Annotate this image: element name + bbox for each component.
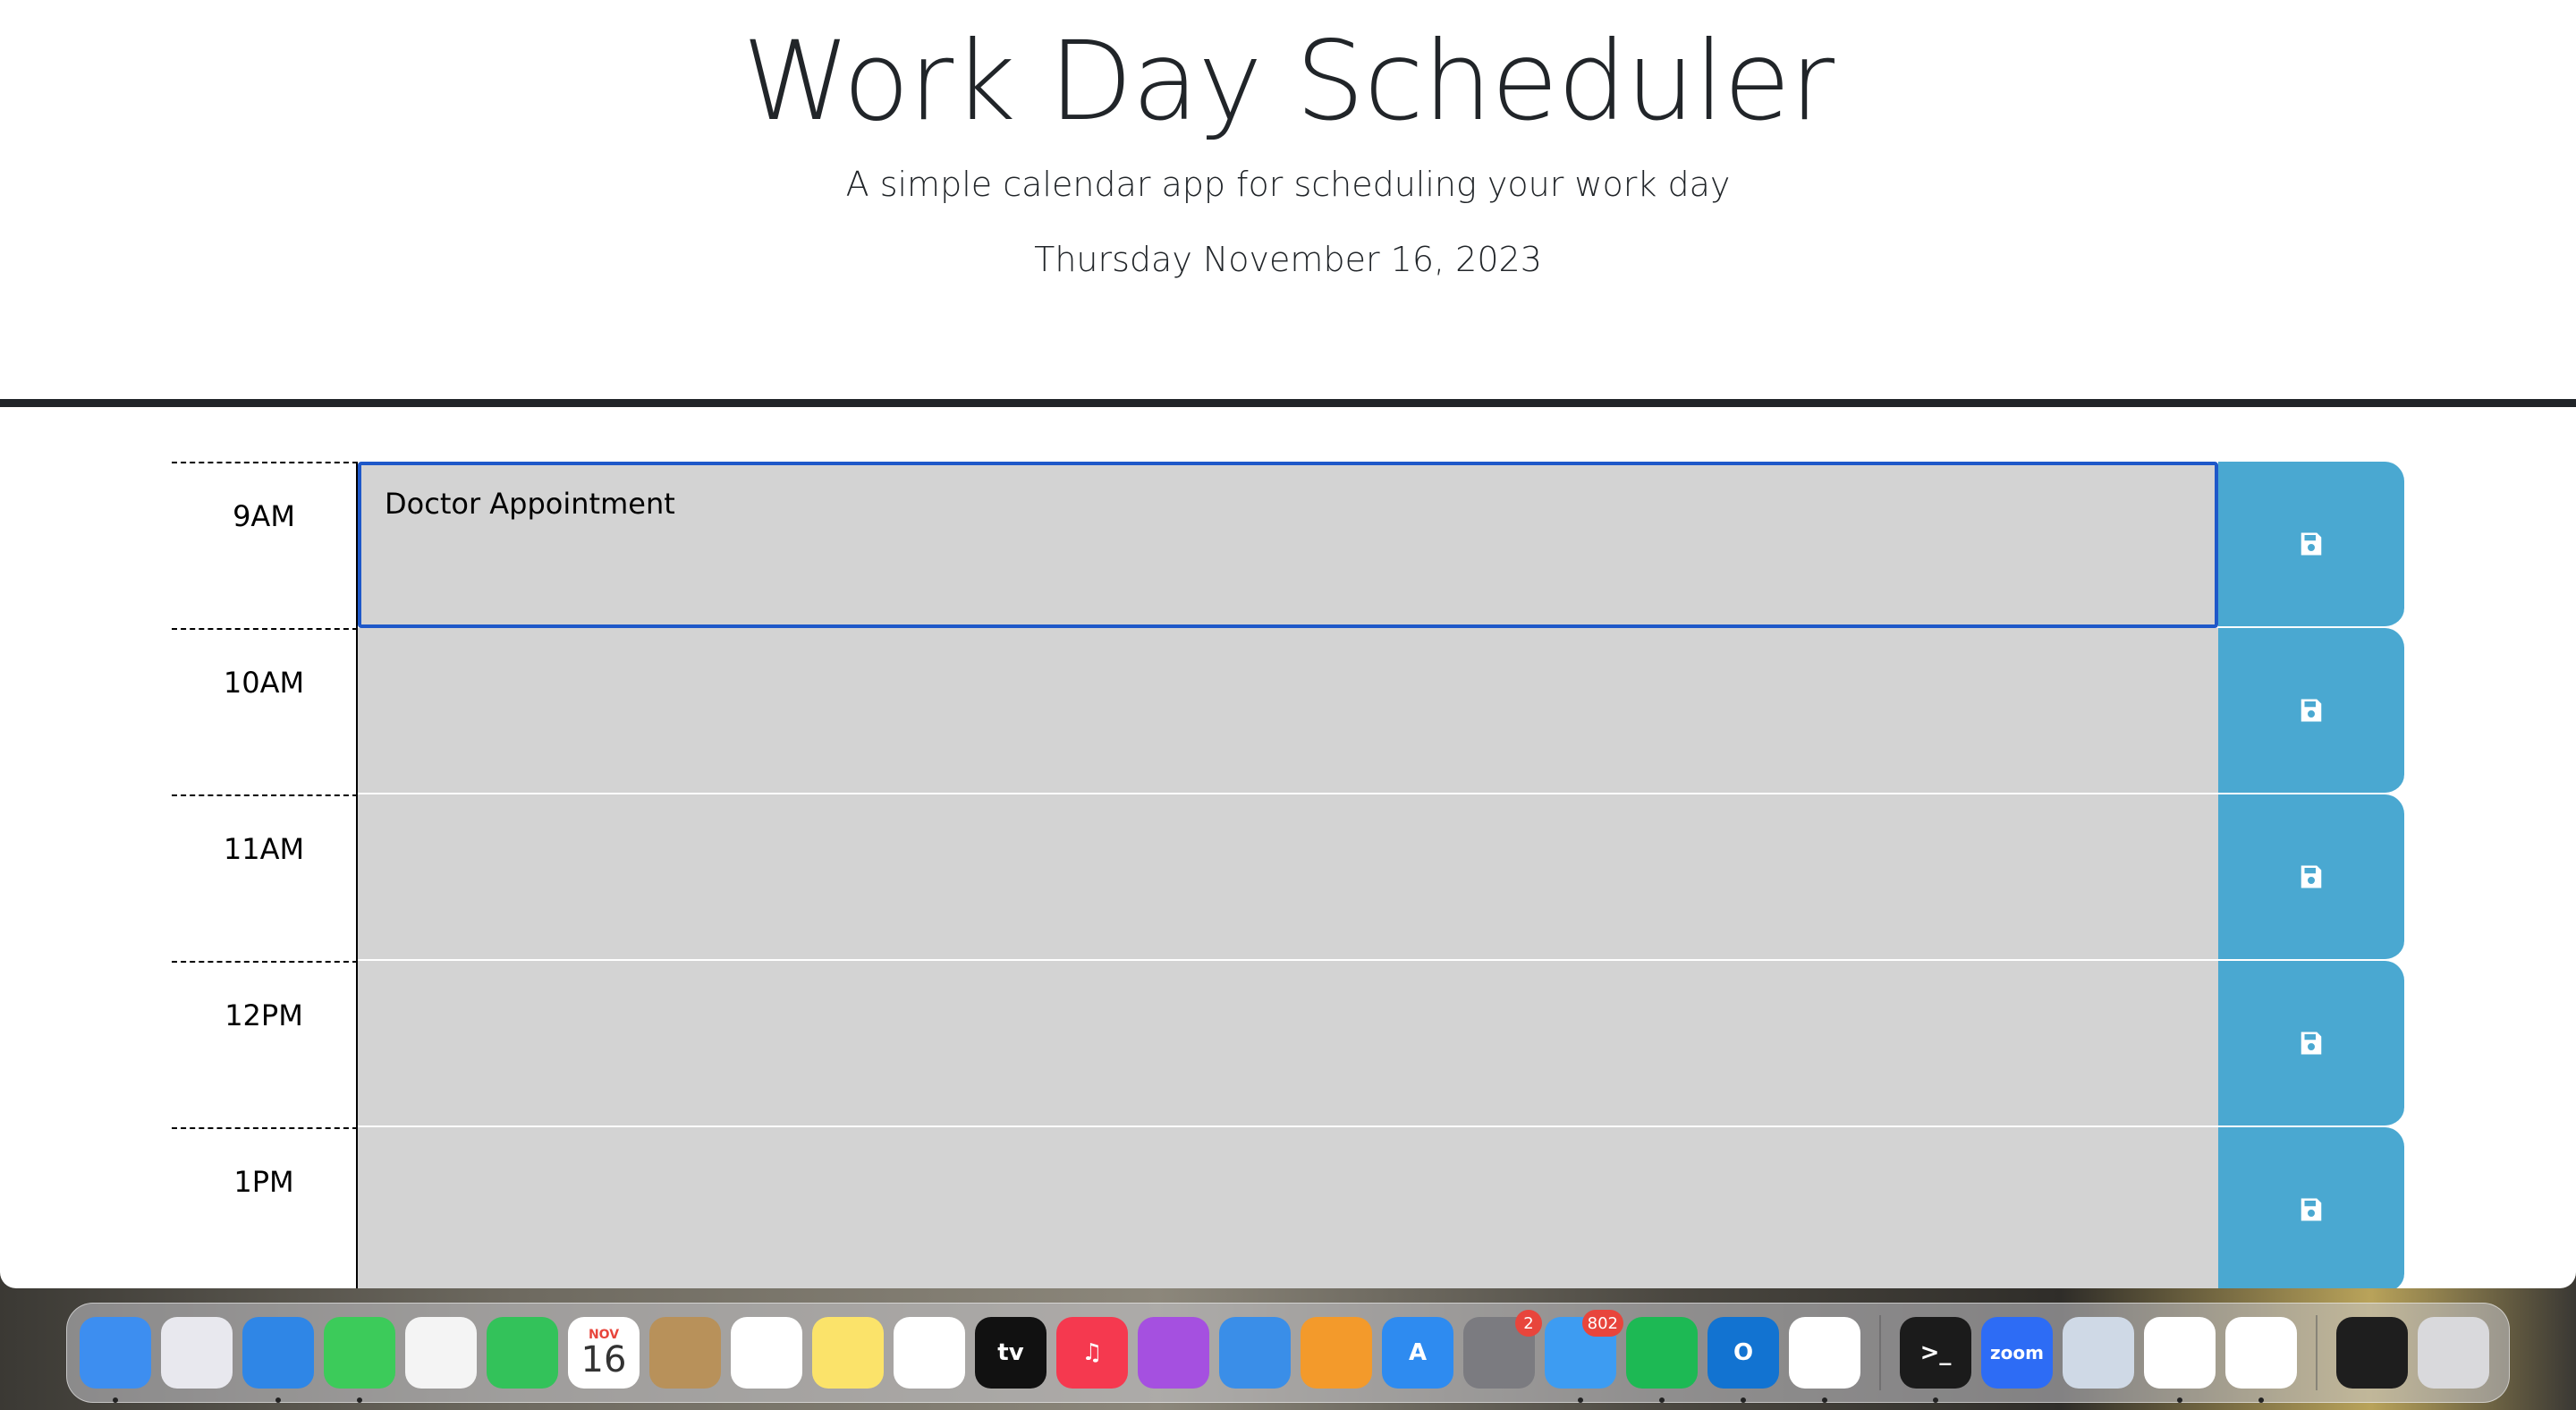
time-block: 1PM [172,1127,2404,1288]
event-description-input[interactable] [358,794,2218,961]
browser-page: Work Day Scheduler A simple calendar app… [0,0,2576,1288]
running-indicator [357,1397,362,1403]
time-block: 10AM [172,628,2404,794]
running-indicator [1741,1397,1746,1403]
calendar-icon[interactable]: NOV 16 [568,1317,640,1389]
chrome-icon[interactable] [1789,1317,1860,1403]
contacts-icon[interactable] [649,1317,721,1389]
current-day: Thursday November 16, 2023 [1034,240,1542,279]
page-subtitle: A simple calendar app for scheduling you… [845,165,1731,204]
freeform-icon[interactable] [894,1317,965,1389]
app-store-icon[interactable]: A [1382,1317,1453,1389]
macos-dock: NOV 16 tv ♫ A 2 802 O >_ zoom [66,1303,2510,1403]
launchpad-icon[interactable] [161,1317,233,1389]
mail-icon[interactable]: 802 [1545,1310,1623,1403]
dock-icon-glyph: O [1733,1339,1754,1366]
slack-icon[interactable] [2144,1317,2216,1403]
save-button[interactable] [2218,1127,2404,1288]
notification-badge: 2 [1515,1310,1542,1337]
time-block: 12PM [172,961,2404,1127]
running-indicator [1933,1397,1938,1403]
running-indicator [1822,1397,1827,1403]
hour-label: 11AM [172,794,358,961]
header: Work Day Scheduler A simple calendar app… [0,0,2576,407]
running-indicator [1659,1397,1665,1403]
dock-icon-glyph: tv [997,1339,1024,1366]
terminal-icon[interactable]: >_ [1900,1317,1971,1403]
trash-icon[interactable] [2418,1317,2489,1389]
dock-icon-glyph: zoom [1990,1342,2044,1363]
dock-separator [2316,1315,2318,1390]
dock-icon-glyph: A [1408,1339,1428,1366]
floppy-disk-icon [2301,1032,2322,1055]
page-title: Work Day Scheduler [741,18,1835,145]
save-button[interactable] [2218,462,2404,628]
running-indicator [2177,1397,2182,1403]
keynote-icon[interactable] [1219,1317,1291,1389]
pages-icon[interactable] [1301,1317,1372,1389]
floppy-disk-icon [2301,865,2322,888]
hour-label: 1PM [172,1127,358,1288]
preview-icon[interactable] [2063,1317,2134,1389]
save-button[interactable] [2218,628,2404,794]
dock-icon-glyph: >_ [1919,1339,1952,1366]
reminders-icon[interactable] [731,1317,802,1389]
running-indicator [2258,1397,2264,1403]
event-description-input[interactable] [358,961,2218,1127]
messages-icon[interactable] [324,1317,395,1403]
save-button[interactable] [2218,794,2404,961]
save-button[interactable] [2218,961,2404,1127]
hour-label: 9AM [172,462,358,628]
hour-label: 10AM [172,628,358,794]
notification-badge: 802 [1581,1310,1623,1337]
photos-icon[interactable] [405,1317,477,1389]
floppy-disk-icon [2301,699,2322,722]
event-description-input[interactable] [358,628,2218,794]
running-indicator [1578,1397,1583,1403]
notes-icon[interactable] [812,1317,884,1389]
music-icon[interactable]: ♫ [1056,1317,1128,1389]
outlook-icon[interactable]: O [1707,1317,1779,1403]
event-description-input[interactable]: Doctor Appointment [358,462,2218,628]
dock-separator [1879,1315,1881,1390]
facetime-icon[interactable] [487,1317,558,1389]
vscode-icon[interactable] [2225,1317,2297,1403]
finder-icon[interactable] [80,1317,151,1403]
floppy-disk-icon [2301,1198,2322,1221]
floppy-disk-icon [2301,532,2322,556]
running-indicator [275,1397,281,1403]
safari-icon[interactable] [242,1317,314,1403]
apple-tv-icon[interactable]: tv [975,1317,1046,1389]
dock-icon-glyph: ♫ [1081,1339,1103,1366]
system-settings-icon[interactable]: 2 [1463,1310,1542,1389]
time-block: 11AM [172,794,2404,961]
event-description-input[interactable] [358,1127,2218,1288]
time-block: 9AM Doctor Appointment [172,462,2404,628]
window-thumbnail-icon[interactable] [2336,1317,2408,1389]
calendar-day: 16 [580,1339,627,1380]
time-block-list: 9AM Doctor Appointment 10AM 11AM 12PM 1P… [172,462,2404,1288]
running-indicator [113,1397,118,1403]
zoom-icon[interactable]: zoom [1981,1317,2053,1389]
spotify-icon[interactable] [1626,1317,1698,1403]
hour-label: 12PM [172,961,358,1127]
podcasts-icon[interactable] [1138,1317,1209,1389]
